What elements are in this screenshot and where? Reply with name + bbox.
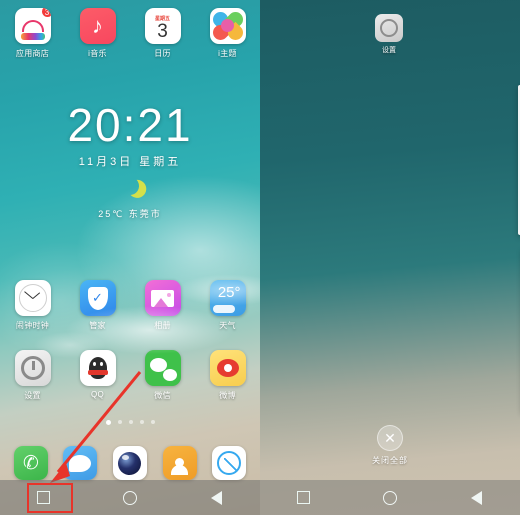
app-label: 天气 xyxy=(219,321,236,330)
app-icon-settings[interactable]: 设置 xyxy=(0,350,65,401)
back-button[interactable] xyxy=(460,487,494,509)
dock-item-contacts[interactable] xyxy=(155,446,205,480)
app-row-2: 闹钟时钟 ✓ 管家 相册 25° 天气 xyxy=(0,280,260,331)
navigation-bar xyxy=(260,480,520,515)
dock-item-browser[interactable] xyxy=(204,446,254,480)
app-icon-wechat[interactable]: 微信 xyxy=(130,350,195,401)
app-icon-calendar[interactable]: 星期五 3 日历 xyxy=(130,8,195,59)
page-dot xyxy=(105,420,111,425)
app-icon-gallery[interactable]: 相册 xyxy=(130,280,195,331)
calendar-day: 3 xyxy=(157,20,168,42)
recents-screen-panel: 设置 ✆ 电话 3 DEF 6 MNO 9 WXYZ xyxy=(260,0,520,515)
contacts-icon xyxy=(162,446,197,480)
home-screen-panel: 3 应用商店 ♪ i音乐 星期五 3 日历 i主题 20:21 11月3日 星期… xyxy=(0,0,260,515)
app-label: 设置 xyxy=(24,391,41,400)
circle-icon xyxy=(122,490,137,505)
dock-item-camera[interactable] xyxy=(105,446,155,480)
weather-icon: 25° xyxy=(209,280,246,316)
phone-icon: ✆ xyxy=(13,446,48,480)
app-icon-theme[interactable]: i主题 xyxy=(195,8,260,59)
app-row-3: 设置 QQ 微信 微博 xyxy=(0,350,260,401)
app-icon-security[interactable]: ✓ 管家 xyxy=(65,280,130,331)
app-store-icon: 3 xyxy=(14,8,51,44)
dock-item-phone[interactable]: ✆ xyxy=(6,446,56,480)
clock-time: 20:21 xyxy=(67,99,193,151)
camera-icon xyxy=(112,446,147,480)
page-dot xyxy=(150,420,155,424)
qq-penguin-icon xyxy=(79,350,116,386)
page-dot xyxy=(117,420,122,424)
triangle-icon xyxy=(471,490,483,505)
calendar-icon: 星期五 3 xyxy=(144,8,181,44)
app-icon-weather[interactable]: 25° 天气 xyxy=(195,280,260,331)
app-label: 应用商店 xyxy=(15,49,50,58)
app-icon-weibo[interactable]: 微博 xyxy=(195,350,260,401)
app-icon-app-store[interactable]: 3 应用商店 xyxy=(0,8,65,59)
weibo-eye-icon xyxy=(209,350,246,386)
dual-screenshot: 3 应用商店 ♪ i音乐 星期五 3 日历 i主题 20:21 11月3日 星期… xyxy=(0,0,520,515)
app-row-1: 3 应用商店 ♪ i音乐 星期五 3 日历 i主题 xyxy=(0,8,260,59)
circle-icon xyxy=(382,490,397,505)
close-all-label: 关闭全部 xyxy=(372,456,408,465)
notification-badge: 3 xyxy=(40,8,51,18)
theme-icon xyxy=(209,8,246,44)
app-label: 相册 xyxy=(154,321,171,330)
app-label: 微信 xyxy=(154,391,171,400)
clock-widget: 20:21 11月3日 星期五 25℃ 东莞市 xyxy=(0,100,260,220)
clock-date: 11月3日 星期五 xyxy=(78,156,182,168)
page-dot xyxy=(128,420,133,424)
browser-compass-icon xyxy=(212,446,247,480)
gallery-icon xyxy=(144,280,181,316)
moon-icon xyxy=(119,175,142,198)
home-button[interactable] xyxy=(113,487,147,509)
dock-item-message[interactable] xyxy=(56,446,106,480)
clock-icon xyxy=(14,280,51,316)
settings-gear-icon xyxy=(375,14,403,42)
triangle-icon xyxy=(211,490,223,505)
back-button[interactable] xyxy=(200,487,234,509)
app-label: 日历 xyxy=(154,49,171,58)
app-icon-music[interactable]: ♪ i音乐 xyxy=(65,8,130,59)
page-dot xyxy=(139,420,144,424)
page-indicator xyxy=(0,420,260,425)
recents-app-settings[interactable]: 设置 xyxy=(370,14,408,55)
security-shield-icon: ✓ xyxy=(79,280,116,316)
weather-text: 25℃ 东莞市 xyxy=(98,209,162,219)
message-icon xyxy=(63,446,98,480)
annotation-highlight-box xyxy=(27,483,73,513)
app-label: 管家 xyxy=(89,321,106,330)
app-label: 微博 xyxy=(219,391,236,400)
music-icon: ♪ xyxy=(79,8,116,44)
app-icon-qq[interactable]: QQ xyxy=(65,350,130,401)
weather-temp: 25° xyxy=(217,284,241,301)
app-label: QQ xyxy=(90,390,105,399)
close-x-icon[interactable]: ✕ xyxy=(377,425,403,451)
square-icon xyxy=(296,491,310,504)
recents-app-label: 设置 xyxy=(382,47,396,54)
app-label: i音乐 xyxy=(88,49,107,58)
app-label: i主题 xyxy=(218,49,237,58)
dock: ✆ xyxy=(0,446,260,480)
close-all-control[interactable]: ✕ 关闭全部 xyxy=(260,425,520,466)
wechat-icon xyxy=(144,350,181,386)
recents-button[interactable] xyxy=(286,487,320,509)
app-icon-clock[interactable]: 闹钟时钟 xyxy=(0,280,65,331)
app-label: 闹钟时钟 xyxy=(15,321,50,330)
home-button[interactable] xyxy=(373,487,407,509)
settings-gear-icon xyxy=(14,350,51,386)
